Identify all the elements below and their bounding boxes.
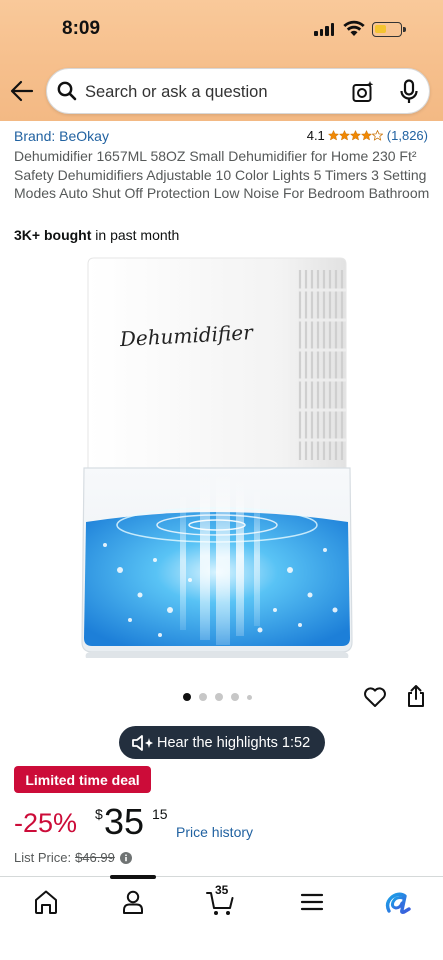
bottom-navigation: 35 xyxy=(0,875,443,960)
hear-highlights-button[interactable]: Hear the highlights 1:52 xyxy=(119,726,325,759)
brand-link[interactable]: Brand: BeOkay xyxy=(14,128,109,144)
price-whole: 35 xyxy=(104,801,145,842)
cart-button[interactable]: 35 xyxy=(205,883,235,917)
carousel-dot[interactable] xyxy=(215,693,223,701)
back-arrow-icon[interactable] xyxy=(10,80,34,102)
price-history-link[interactable]: Price history xyxy=(176,824,253,840)
carousel-dot[interactable] xyxy=(247,694,252,700)
list-price-value: $46.99 xyxy=(75,850,115,865)
share-icon[interactable] xyxy=(405,684,427,708)
wifi-icon xyxy=(343,20,365,36)
limited-time-deal-badge: Limited time deal xyxy=(14,766,151,793)
heart-icon[interactable] xyxy=(363,686,387,708)
battery-icon xyxy=(372,22,402,37)
status-time: 8:09 xyxy=(62,18,101,39)
search-input[interactable]: Search or ask a question xyxy=(85,83,268,102)
info-icon[interactable] xyxy=(119,851,132,864)
carousel-dot-active[interactable] xyxy=(183,693,191,701)
microphone-icon[interactable] xyxy=(399,79,419,105)
price-currency-symbol: $ xyxy=(95,806,103,822)
nav-active-indicator xyxy=(110,875,156,879)
star-rating xyxy=(327,130,383,141)
carousel-dot[interactable] xyxy=(199,693,207,701)
cellular-signal-icon xyxy=(314,23,334,36)
star-empty-icon xyxy=(371,130,383,141)
battery-cap xyxy=(403,27,406,32)
list-price-label: List Price: xyxy=(14,850,72,865)
product-image[interactable]: Dehumidifier xyxy=(60,250,380,670)
status-bar: 8:09 xyxy=(0,0,443,60)
rufus-ai-icon[interactable] xyxy=(383,887,413,917)
star-full-icon xyxy=(349,130,361,141)
bought-period: in past month xyxy=(91,227,180,243)
star-full-icon xyxy=(338,130,350,141)
brand-row: Brand: BeOkay 4.1 (1,826) xyxy=(14,128,430,146)
camera-lens-icon[interactable] xyxy=(351,80,375,104)
bought-count: 3K+ bought xyxy=(14,227,92,243)
price-row: -25% $ 35 15 Price history xyxy=(14,800,434,846)
search-icon xyxy=(57,81,77,101)
rating-number: 4.1 xyxy=(306,128,325,143)
carousel-dot[interactable] xyxy=(231,693,239,701)
highlights-label: Hear the highlights xyxy=(157,734,278,751)
price-fraction: 15 xyxy=(152,806,168,822)
star-full-icon xyxy=(360,130,372,141)
image-carousel-dots[interactable] xyxy=(183,693,252,701)
cart-count: 35 xyxy=(215,883,229,897)
star-full-icon xyxy=(327,130,339,141)
home-icon[interactable] xyxy=(31,887,61,917)
account-icon[interactable] xyxy=(118,887,148,917)
highlights-duration: 1:52 xyxy=(281,734,311,751)
product-title: Dehumidifier 1657ML 58OZ Small Dehumidif… xyxy=(14,148,430,202)
bought-info: 3K+ bought in past month xyxy=(14,227,179,243)
rating-count[interactable]: (1,826) xyxy=(387,128,428,143)
search-bar[interactable]: Search or ask a question xyxy=(46,68,430,114)
menu-icon[interactable] xyxy=(297,887,327,917)
discount-percent: -25% xyxy=(14,808,78,838)
speaker-icon xyxy=(132,734,153,751)
list-price: List Price: $46.99 xyxy=(14,850,132,865)
rating-summary[interactable]: 4.1 (1,826) xyxy=(307,128,428,143)
